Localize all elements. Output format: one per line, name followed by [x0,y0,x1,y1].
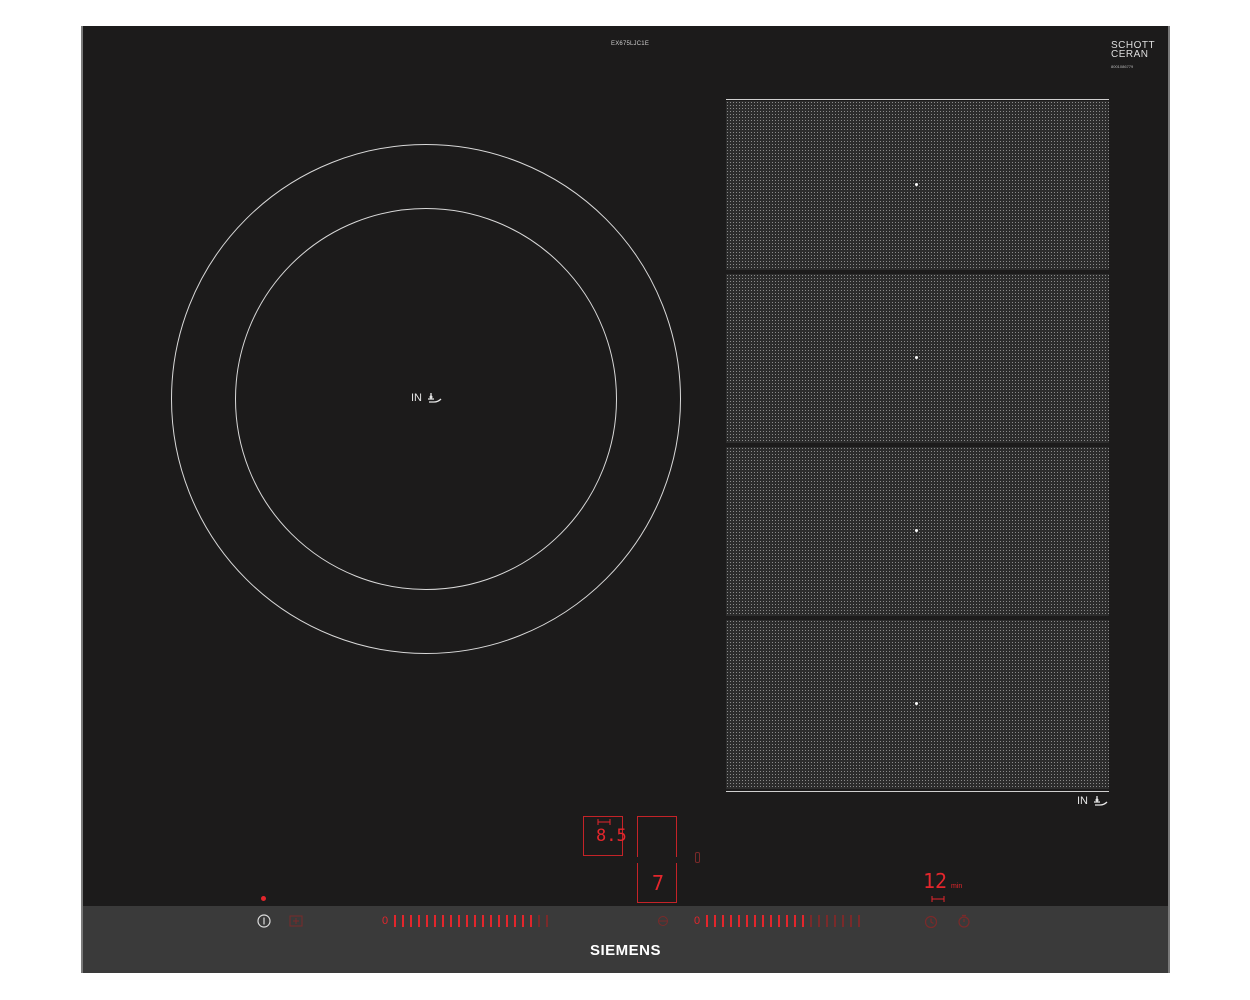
zone-select-frame-bottom: 7 [637,863,677,903]
slider-tick [786,915,789,927]
slider-tick [834,915,837,927]
power-icon[interactable] [257,914,271,928]
power-level-readout: 8.5 [596,826,627,846]
flex-zone-4 [726,620,1109,789]
slider-tick [794,915,797,927]
slider-tick [410,915,413,927]
power-indicator-led [261,896,266,901]
slider-tick [474,915,477,927]
flex-zone-1-marker [915,183,918,186]
zone-select-frame-top [637,816,677,857]
schott-ceran-logo: SCHOTT CERAN 8001086779 [1111,41,1155,71]
slider-tick [706,915,709,927]
pan-icon [428,393,442,403]
stopwatch-icon[interactable] [957,914,971,928]
flex-zone-in-text: IN [1077,795,1088,807]
flex-zone-3-marker [915,529,918,532]
slider-tick [858,915,861,927]
slider-tick [538,915,541,927]
ceran-text: CERAN [1111,49,1149,60]
flex-zone-4-marker [915,702,918,705]
slider-tick [514,915,517,927]
slider-tick [738,915,741,927]
timer-unit: min [951,883,963,890]
slider-tick [434,915,437,927]
slider-tick [810,915,813,927]
slider-left-zero: 0 [382,915,389,927]
slider-tick [442,915,445,927]
flex-zone-induction-label: IN [1077,795,1108,807]
slider-tick [394,915,397,927]
slider-tick [802,915,805,927]
slider-tick [762,915,765,927]
slider-tick [506,915,509,927]
power-slider-right[interactable]: 0 [694,914,866,928]
brand-logo: SIEMENS [589,942,661,959]
slider-tick [498,915,501,927]
model-number: EX675LJC1E [611,41,650,47]
zone-level-readout: 7 [652,871,665,895]
slider-tick [778,915,781,927]
slider-tick [482,915,485,927]
slider-tick [530,915,533,927]
induction-hob: EX675LJC1E SCHOTT CERAN 8001086779 IN IN… [81,26,1170,973]
lock-indicator-icon [695,852,700,863]
flex-zone-bottom-line [726,791,1109,792]
slider-tick [754,915,757,927]
slider-tick [418,915,421,927]
slider-tick [826,915,829,927]
slider-tick [722,915,725,927]
slider-tick [490,915,493,927]
slider-right-zero: 0 [694,915,701,927]
glass-code: 8001086779 [1111,64,1134,69]
timer-clock-icon[interactable] [924,915,938,929]
slider-tick [426,915,429,927]
slider-tick [402,915,405,927]
control-strip: SIEMENS [83,906,1168,973]
power-slider-left[interactable]: 0 [382,914,554,928]
flex-zone-2-marker [915,356,918,359]
flex-zone-2 [726,274,1109,443]
flex-zone-1 [726,101,1109,270]
flex-mode-icon[interactable] [289,915,303,927]
round-zone-in-text: IN [411,392,422,404]
slider-tick [770,915,773,927]
slider-tick [842,915,845,927]
combine-icon[interactable] [657,915,669,927]
slider-tick [850,915,853,927]
slider-tick [714,915,717,927]
slider-tick [450,915,453,927]
slider-tick [818,915,821,927]
flex-zone-top-line [726,99,1109,100]
slider-tick [522,915,525,927]
pan-icon [1094,796,1108,806]
slider-tick [730,915,733,927]
slider-tick [458,915,461,927]
distance-icon [931,896,945,902]
round-zone-induction-label: IN [411,392,442,404]
distance-icon [597,819,611,825]
slider-tick [546,915,549,927]
timer-readout: 12 [923,869,948,893]
slider-tick [466,915,469,927]
slider-tick [746,915,749,927]
flex-zone-3 [726,447,1109,616]
power-display-box: 8.5 [583,816,627,856]
